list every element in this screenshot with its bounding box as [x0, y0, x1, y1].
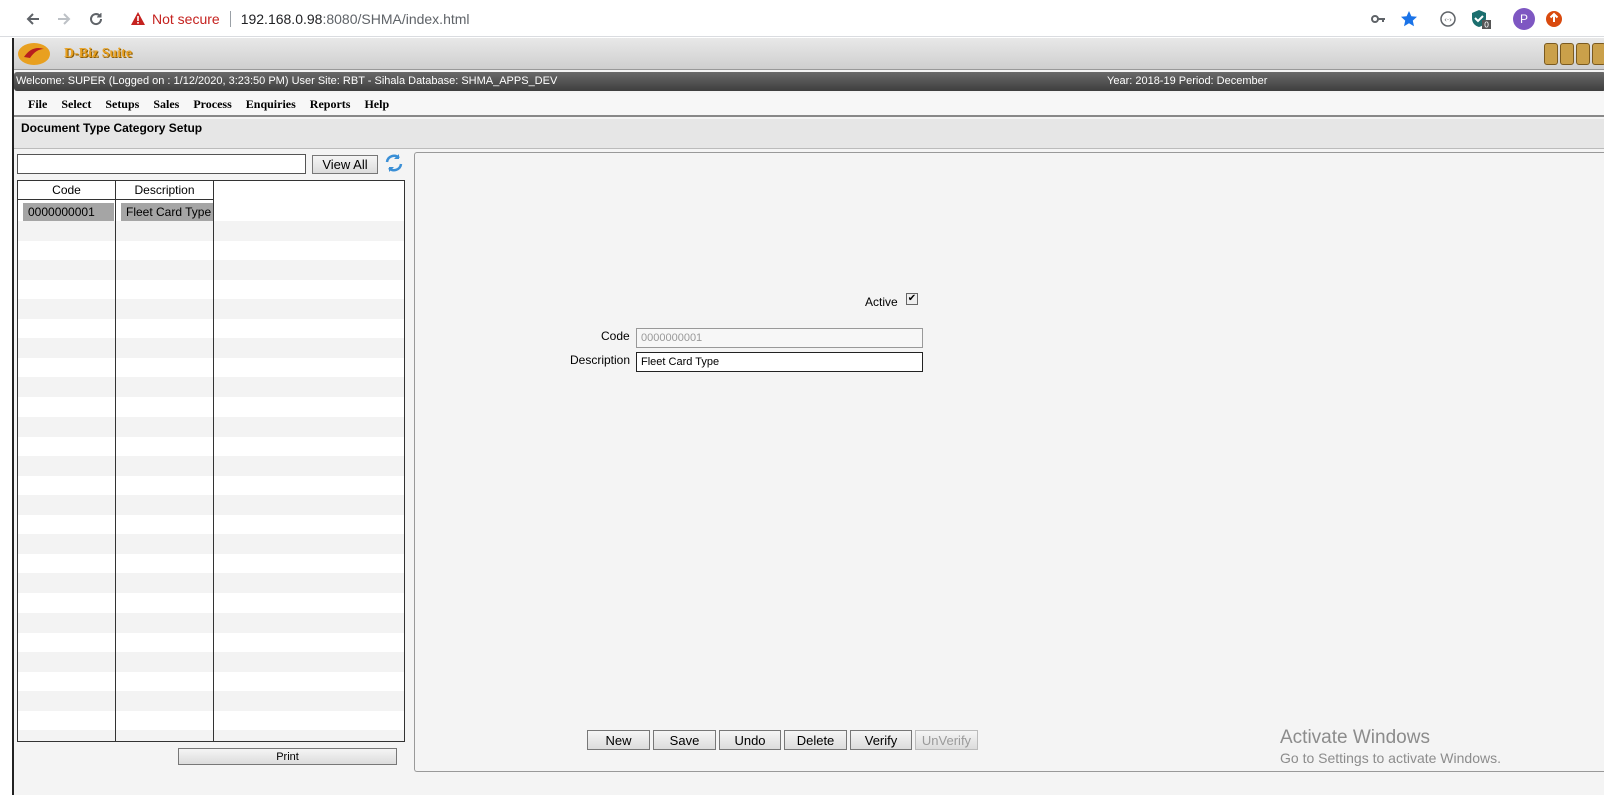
refresh-icon[interactable] — [384, 153, 404, 173]
table-row[interactable] — [18, 338, 404, 359]
extension-badge-count: 0 — [1484, 21, 1489, 30]
table-row[interactable] — [18, 691, 404, 711]
description-label: Description — [570, 353, 631, 367]
table-row[interactable] — [18, 279, 404, 299]
company-logo-icon — [18, 42, 50, 65]
search-input[interactable] — [17, 154, 306, 174]
menu-select[interactable]: Select — [61, 97, 91, 112]
table-row[interactable] — [18, 632, 404, 652]
verify-button[interactable]: Verify — [850, 730, 912, 750]
table-row[interactable] — [18, 358, 404, 378]
app-header: D-Biz Suite — [14, 38, 1604, 70]
table-row[interactable] — [18, 240, 404, 260]
table-row[interactable] — [18, 671, 404, 691]
menu-sales[interactable]: Sales — [153, 97, 179, 112]
table-cell-code[interactable]: 0000000001 — [23, 203, 114, 221]
forward-arrow-icon[interactable] — [53, 8, 75, 30]
extension-code-icon[interactable]: ‹·› — [1437, 8, 1459, 30]
menu-help[interactable]: Help — [364, 97, 389, 112]
table-row[interactable] — [18, 259, 404, 280]
svg-text:‹·›: ‹·› — [1444, 16, 1452, 24]
unverify-button: UnVerify — [915, 730, 978, 750]
browser-toolbar: Not secure 192.168.0.98:8080/SHMA/index.… — [0, 0, 1604, 37]
table-row[interactable] — [18, 612, 404, 633]
menu-process[interactable]: Process — [193, 97, 231, 112]
detail-form-panel: Active ✔ Code 0000000001 Description Fle… — [414, 152, 1604, 772]
active-label: Active — [865, 295, 898, 309]
shield-extension-icon[interactable]: 0 — [1469, 8, 1493, 30]
table-row[interactable] — [18, 573, 404, 594]
menu-reports[interactable]: Reports — [310, 97, 351, 112]
update-icon[interactable] — [1543, 8, 1565, 30]
check-mark-icon: ✔ — [907, 293, 917, 304]
table-row[interactable] — [18, 436, 404, 456]
table-row[interactable] — [18, 730, 404, 741]
code-field: 0000000001 — [636, 328, 923, 348]
address-bar[interactable]: Not secure 192.168.0.98:8080/SHMA/index.… — [118, 5, 1463, 32]
table-row[interactable] — [18, 593, 404, 613]
view-all-button[interactable]: View All — [312, 155, 378, 174]
delete-button[interactable]: Delete — [784, 730, 847, 750]
url-path: :8080/SHMA/index.html — [322, 10, 470, 27]
save-button[interactable]: Save — [653, 730, 716, 750]
column-header-description[interactable]: Description — [116, 181, 213, 200]
undo-button[interactable]: Undo — [719, 730, 781, 750]
activation-watermark-title: Activate Windows — [1280, 727, 1430, 748]
home-icon[interactable] — [1544, 43, 1558, 65]
help-icon[interactable] — [1560, 43, 1574, 65]
suite-name: D-Biz Suite — [64, 45, 133, 61]
table-row[interactable] — [18, 554, 404, 574]
table-row[interactable] — [18, 416, 404, 437]
security-status-label[interactable]: Not secure — [152, 11, 220, 27]
menu-enquiries[interactable]: Enquiries — [246, 97, 296, 112]
column-divider — [213, 181, 214, 741]
back-arrow-icon[interactable] — [22, 8, 44, 30]
table-row[interactable] — [18, 455, 404, 476]
main-menu: File Select Setups Sales Process Enquiri… — [14, 93, 1604, 117]
table-row[interactable] — [18, 299, 404, 319]
menu-setups[interactable]: Setups — [105, 97, 139, 112]
table-row[interactable] — [18, 377, 404, 398]
key-icon[interactable] — [1367, 8, 1389, 30]
page-title-bar: Document Type Category Setup — [14, 119, 1604, 149]
url-host: 192.168.0.98 — [240, 10, 323, 27]
table-row[interactable] — [18, 711, 404, 731]
table-row[interactable] — [18, 534, 404, 555]
activation-watermark-subtitle: Go to Settings to activate Windows. — [1280, 750, 1501, 766]
lock-icon[interactable] — [1576, 43, 1590, 65]
table-row[interactable] — [18, 495, 404, 515]
welcome-text: Welcome: SUPER (Logged on : 1/12/2020, 3… — [16, 75, 558, 87]
header-icon-group — [1544, 43, 1604, 65]
application-frame: D-Biz Suite Welcome: SUPER (Logged on : … — [12, 38, 1604, 795]
table-row[interactable] — [18, 651, 404, 672]
code-label: Code — [601, 329, 630, 343]
warning-triangle-icon — [130, 11, 146, 27]
table-row[interactable] — [18, 319, 404, 339]
active-checkbox[interactable]: ✔ — [906, 293, 918, 305]
table-row[interactable] — [18, 515, 404, 535]
period-text: Year: 2018-19 Period: December — [1107, 75, 1268, 87]
table-cell-description[interactable]: Fleet Card Type — [121, 203, 213, 221]
print-button[interactable]: Print — [178, 748, 397, 765]
description-field[interactable]: Fleet Card Type — [636, 352, 923, 372]
bookmark-star-icon[interactable] — [1398, 8, 1420, 30]
reload-icon[interactable] — [85, 8, 107, 30]
menu-file[interactable]: File — [28, 97, 47, 112]
avatar: P — [1513, 8, 1535, 30]
profile-avatar[interactable]: P — [1512, 8, 1536, 30]
records-table: Code Description 0000000001 Fleet Card T… — [17, 180, 405, 742]
table-row[interactable] — [18, 220, 404, 241]
column-divider — [115, 181, 116, 741]
url-separator — [229, 10, 231, 27]
logout-icon[interactable] — [1592, 43, 1604, 65]
column-header-code[interactable]: Code — [18, 181, 115, 200]
page-title: Document Type Category Setup — [21, 121, 203, 135]
table-row[interactable] — [18, 397, 404, 417]
welcome-bar: Welcome: SUPER (Logged on : 1/12/2020, 3… — [14, 72, 1604, 91]
table-row[interactable] — [18, 475, 404, 495]
new-button[interactable]: New — [587, 730, 650, 750]
